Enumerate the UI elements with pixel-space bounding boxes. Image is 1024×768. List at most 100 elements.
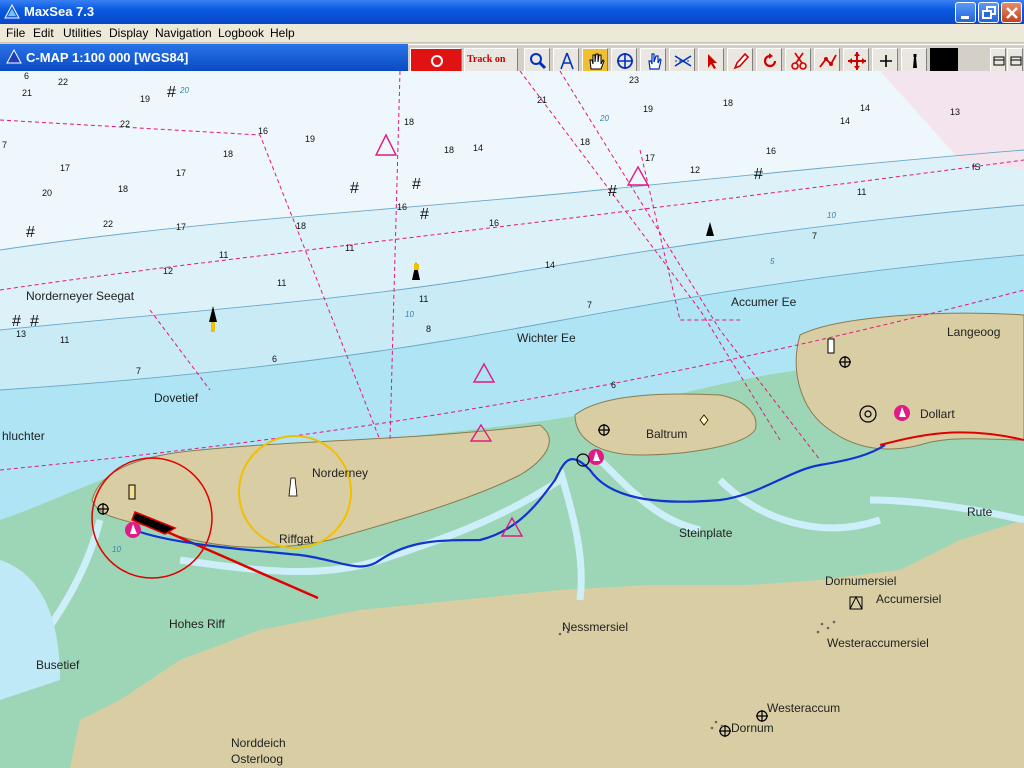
sounding-wreck: 19 <box>643 104 654 114</box>
nautical-chart[interactable]: # # # # # # # # # 20 20 10 10 5 10 Norderney <box>0 71 1024 768</box>
panel-button-2[interactable] <box>1007 48 1023 72</box>
move-icon <box>848 52 866 70</box>
zoom-button[interactable] <box>524 48 550 72</box>
cut-button[interactable] <box>785 48 811 72</box>
menu-utilities[interactable]: Utilities <box>63 26 102 40</box>
menu-logbook[interactable]: Logbook <box>218 26 264 40</box>
lighthouse-icon <box>827 338 835 354</box>
draw-button[interactable] <box>727 48 753 72</box>
add-button[interactable] <box>872 48 898 72</box>
sounding: 6 <box>611 380 617 390</box>
svg-text:#: # <box>30 313 39 330</box>
svg-text:20: 20 <box>599 114 609 123</box>
panel-button-1[interactable] <box>990 48 1006 72</box>
sounding: 18 <box>223 149 234 159</box>
place-label: hluchter <box>2 429 45 443</box>
select-button[interactable] <box>698 48 724 72</box>
divider-button[interactable] <box>553 48 579 72</box>
menu-edit[interactable]: Edit <box>33 26 54 40</box>
sounding-wreck: 17 <box>645 153 656 163</box>
stop-icon <box>431 55 443 67</box>
svg-text:10: 10 <box>405 310 414 319</box>
pan-button[interactable] <box>582 48 608 72</box>
track-on-label: Track on <box>467 54 506 65</box>
sounding: 13 <box>950 107 961 117</box>
place-label: Westeraccumersiel <box>827 636 929 650</box>
minimize-icon <box>961 16 969 19</box>
sounding: 14 <box>860 103 871 113</box>
maxsea-app-icon <box>4 4 20 19</box>
sounding: 14 <box>545 260 556 270</box>
track-on-button[interactable]: Track on <box>464 48 518 72</box>
sounding: 11 <box>60 335 70 345</box>
restore-button[interactable] <box>978 2 999 23</box>
menu-display[interactable]: Display <box>109 26 148 40</box>
place-label: Dovetief <box>154 391 199 405</box>
close-icon <box>1006 7 1018 19</box>
move-button[interactable] <box>843 48 869 72</box>
hand-point-icon <box>648 53 662 70</box>
sounding: 18 <box>118 184 129 194</box>
sounding: 18 <box>580 137 591 147</box>
svg-text:#: # <box>608 183 617 200</box>
panel-icon <box>993 56 1005 66</box>
place-label: Wichter Ee <box>517 331 576 345</box>
sounding: 13 <box>16 329 27 339</box>
rotate-icon <box>763 53 777 68</box>
chart-canvas[interactable]: # # # # # # # # # 20 20 10 10 5 10 <box>0 71 1024 768</box>
route-button[interactable] <box>814 48 840 72</box>
restore-icon <box>982 6 996 19</box>
zoom-icon <box>530 53 547 70</box>
marina-icon[interactable] <box>588 449 604 465</box>
menu-help[interactable]: Help <box>270 26 295 40</box>
svg-text:#: # <box>412 176 421 193</box>
toolbar: Track on <box>408 44 1024 74</box>
crosshair-icon <box>617 53 633 69</box>
close-button[interactable] <box>1001 2 1022 23</box>
minimize-button[interactable] <box>955 2 976 23</box>
svg-text:#: # <box>754 166 763 183</box>
svg-text:#: # <box>12 313 21 330</box>
stop-button[interactable] <box>410 48 462 72</box>
sounding-wreck: 12 <box>690 165 701 175</box>
center-button[interactable] <box>611 48 637 72</box>
sounding: 16 <box>489 218 500 228</box>
hand-pan-icon <box>589 53 605 70</box>
place-label: Busetief <box>36 658 80 672</box>
place-label: Langeoog <box>947 325 1001 339</box>
lighthouse-icon <box>128 484 136 500</box>
place-label: Hohes Riff <box>169 617 225 631</box>
cursor-arrow-icon <box>708 54 717 69</box>
sounding-wreck: 17 <box>60 163 71 173</box>
sounding: 17 <box>176 222 187 232</box>
sounding: 16 <box>397 202 408 212</box>
marina-icon[interactable] <box>894 405 910 421</box>
tide-button[interactable] <box>669 48 695 72</box>
svg-text:5: 5 <box>770 257 775 266</box>
light-button[interactable] <box>901 48 927 72</box>
point-button[interactable] <box>640 48 666 72</box>
sounding: 22 <box>103 219 114 229</box>
place-label: Norderney <box>312 466 369 480</box>
place-label: Norderneyer Seegat <box>26 289 135 303</box>
sounding: 11 <box>857 187 867 197</box>
rotate-button[interactable] <box>756 48 782 72</box>
sounding: 18 <box>296 221 307 231</box>
place-label: Westeraccum <box>767 701 841 715</box>
lighthouse-icon <box>913 54 917 68</box>
menu-bar: File Edit Utilities Display Navigation L… <box>0 24 1024 43</box>
sounding-wreck: 18 <box>404 117 415 127</box>
menu-file[interactable]: File <box>6 26 25 40</box>
place-label: Norddeich <box>231 736 286 750</box>
color-swatch-button[interactable] <box>930 48 958 72</box>
menu-navigation[interactable]: Navigation <box>155 26 212 40</box>
sounding: 20 <box>42 188 53 198</box>
sounding: 22 <box>120 119 131 129</box>
sounding-wreck: 6 <box>24 71 30 81</box>
sounding-wreck: 16 <box>258 126 269 136</box>
sounding-wreck: 11 <box>345 243 355 253</box>
place-label: Dornumersiel <box>825 574 897 588</box>
sounding: 18 <box>444 145 455 155</box>
plus-icon <box>880 55 892 67</box>
marina-icon[interactable] <box>125 522 141 538</box>
